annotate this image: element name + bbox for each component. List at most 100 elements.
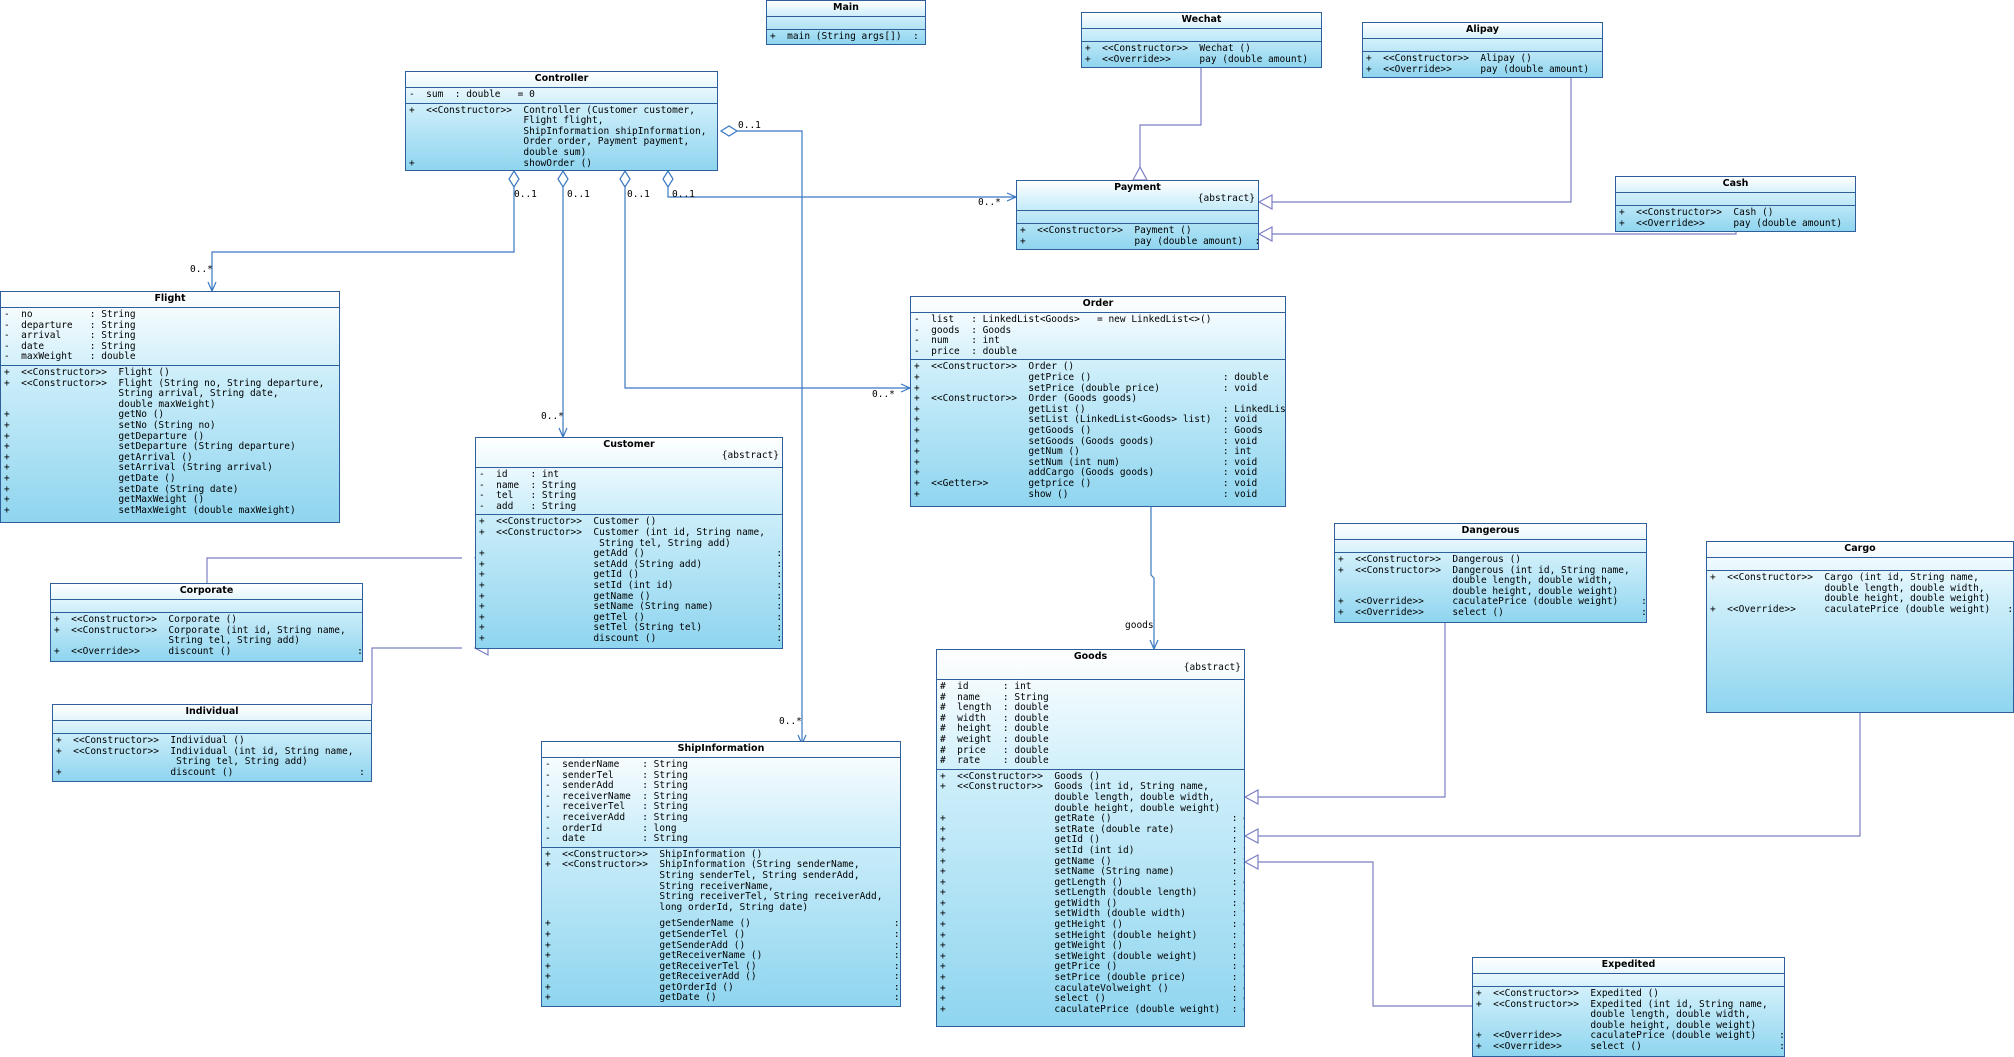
operation-row: + caculatePrice (double weight) : double (940, 1003, 1245, 1015)
operation-row: + <<Constructor>> Cargo (int id, String … (1710, 572, 1979, 583)
generalization-alipay-payment (1272, 78, 1572, 203)
multiplicity-label: 0..1 (672, 189, 695, 200)
operation-row: + <<Constructor>> Wechat () (1085, 43, 1251, 54)
class-stereotype: {abstract} (1183, 661, 1241, 673)
operation-compartment: + <<Constructor>> ShipInformation () + <<… (542, 848, 900, 1006)
generalization-triangle (1257, 225, 1273, 243)
operation-row: + <<Constructor>> Corporate () (54, 614, 238, 625)
multiplicity-label: 0..* (978, 197, 1001, 208)
attribute-compartment (1707, 558, 2013, 571)
aggregation-diamond (508, 169, 520, 189)
operation-row: + <<Override>> caculatePrice (double wei… (1710, 603, 2014, 615)
multiplicity-label: 0..1 (627, 189, 650, 200)
operation-row: + getPrice () : double (914, 371, 1269, 383)
class-expedited[interactable]: Expedited + <<Constructor>> Expedited () +… (1472, 957, 1785, 1057)
attribute-compartment (51, 600, 362, 613)
attribute-compartment (1473, 974, 1784, 987)
attribute-row: # rate : double (940, 755, 1049, 767)
aggregation-diamond (557, 169, 569, 189)
class-main[interactable]: Main + main (String args[]) : void (766, 0, 926, 45)
class-name: Main (833, 2, 859, 13)
operation-row: + <<Override>> pay (double amount) : voi… (1085, 53, 1321, 65)
attribute-compartment: # id : int # name : String # length : doub… (937, 680, 1244, 770)
aggregation-diamond (619, 169, 631, 189)
operation-row: + <<Constructor>> Alipay () (1366, 53, 1532, 64)
generalization-cash-payment (1272, 232, 1737, 235)
operation-row: + <<Override>> discount () : double (54, 645, 363, 657)
operation-row: + setNo (String no) : void (4, 419, 216, 431)
class-name: Dangerous (1461, 525, 1520, 536)
operation-row: + discount () : double (479, 632, 783, 644)
class-name: Wechat (1181, 14, 1222, 25)
operation-row: + getDate () : String (545, 992, 901, 1004)
generalization-triangle (1243, 827, 1259, 845)
attribute-compartment (1363, 39, 1602, 52)
operation-row: + <<Constructor>> Expedited () (1476, 988, 1660, 999)
multiplicity-label: 0..* (190, 264, 213, 275)
attribute-compartment (767, 17, 925, 30)
class-cargo[interactable]: Cargo + <<Constructor>> Cargo (int id, St… (1706, 541, 2014, 713)
generalization-cargo-goods (1258, 713, 1861, 837)
operation-row: + <<Constructor>> Customer (int id, Stri… (479, 526, 765, 538)
class-name: Alipay (1466, 24, 1499, 35)
operation-row: + setId (int id) : void (479, 579, 783, 591)
aggregation-diamond (719, 125, 739, 137)
operation-compartment: + <<Constructor>> Corporate () + <<Constr… (51, 613, 362, 659)
aggregation-diamond (662, 169, 674, 189)
class-goods[interactable]: Goods {abstract} # id : int # name : String… (936, 649, 1245, 1027)
class-customer[interactable]: Customer {abstract} - id : int - name : Str… (475, 437, 783, 649)
operation-row: + setMaxWeight (double maxWeight) : void (4, 504, 296, 516)
generalization-triangle (1243, 853, 1259, 871)
class-flight[interactable]: Flight - no : String - departure : String -… (0, 291, 340, 523)
class-header: Expedited (1473, 958, 1784, 974)
attribute-compartment: - list : LinkedList<Goods> = new LinkedL… (911, 313, 1285, 361)
class-header: Individual (53, 705, 371, 721)
operation-compartment: + <<Constructor>> Goods () + <<Constructo… (937, 770, 1244, 1018)
class-name: Controller (534, 73, 589, 84)
class-dangerous[interactable]: Dangerous + <<Constructor>> Dangerous () +… (1334, 523, 1647, 623)
class-header: Main (767, 1, 925, 17)
operation-row: + <<Constructor>> Cash () (1619, 207, 1774, 218)
class-order[interactable]: Order - list : LinkedList<Goods> = new Li… (910, 296, 1286, 507)
operation-row: + setId (int id) : void (940, 844, 1245, 856)
class-name: Corporate (179, 585, 234, 596)
operation-row: + pay (double amount) : void (1020, 235, 1258, 247)
multiplicity-label: 0..* (872, 389, 895, 400)
attribute-compartment: - senderName : String - senderTel : Strin… (542, 758, 900, 848)
operation-row: + showOrder () : void (409, 157, 593, 169)
operation-row: + discount () : double (56, 766, 372, 778)
class-controller[interactable]: Controller - sum : double = 0 + <<Construc… (405, 71, 718, 171)
attribute-row: - list : LinkedList<Goods> = new LinkedL… (914, 314, 1212, 325)
class-name: ShipInformation (677, 743, 765, 754)
operation-compartment: + <<Constructor>> Flight () + <<Construct… (1, 366, 339, 518)
class-payment[interactable]: Payment {abstract} + <<Constructor>> Payme… (1016, 180, 1259, 250)
class-cash[interactable]: Cash + <<Constructor>> Cash () + <<Overrid… (1615, 176, 1856, 232)
class-name: Customer (603, 439, 655, 450)
operation-row: + getSenderTel () : String (545, 928, 901, 940)
class-header: Order (911, 297, 1285, 313)
attribute-row: - price : double (914, 345, 1017, 357)
class-header: Controller (406, 72, 717, 88)
attribute-row: # id : int (940, 681, 1032, 692)
class-diagram-canvas: Main + main (String args[]) : void Wechat +… (0, 0, 2014, 1057)
class-name: Payment (1114, 182, 1161, 193)
class-alipay[interactable]: Alipay + <<Constructor>> Alipay () + <<Ove… (1362, 22, 1603, 78)
operation-row: + getDate () : String (4, 472, 176, 484)
class-wechat[interactable]: Wechat + <<Constructor>> Wechat () + <<Ove… (1081, 12, 1322, 68)
class-individual[interactable]: Individual + <<Constructor>> Individual (… (52, 704, 372, 782)
operation-row: + <<Override>> pay (double amount) : voi… (1366, 63, 1602, 75)
generalization-triangle (1257, 193, 1273, 211)
attribute-row: - receiverAdd : String (545, 811, 688, 823)
class-ship-information[interactable]: ShipInformation - senderName : String - se… (541, 741, 901, 1007)
multiplicity-label: 0..1 (567, 189, 590, 200)
class-corporate[interactable]: Corporate + <<Constructor>> Corporate () +… (50, 583, 363, 662)
class-name: Cargo (1844, 543, 1876, 554)
attribute-compartment: - id : int - name : String - tel : String -… (476, 468, 782, 516)
operation-compartment: + <<Constructor>> Cargo (int id, String … (1707, 571, 2013, 617)
class-header: Cargo (1707, 542, 2013, 558)
operation-compartment: + <<Constructor>> Wechat () + <<Override>… (1082, 42, 1321, 67)
generalization-individual-customer (371, 647, 462, 704)
attribute-row: - sum : double = 0 (409, 89, 535, 100)
generalization-triangle (1131, 165, 1149, 181)
class-header: Flight (1, 292, 339, 308)
